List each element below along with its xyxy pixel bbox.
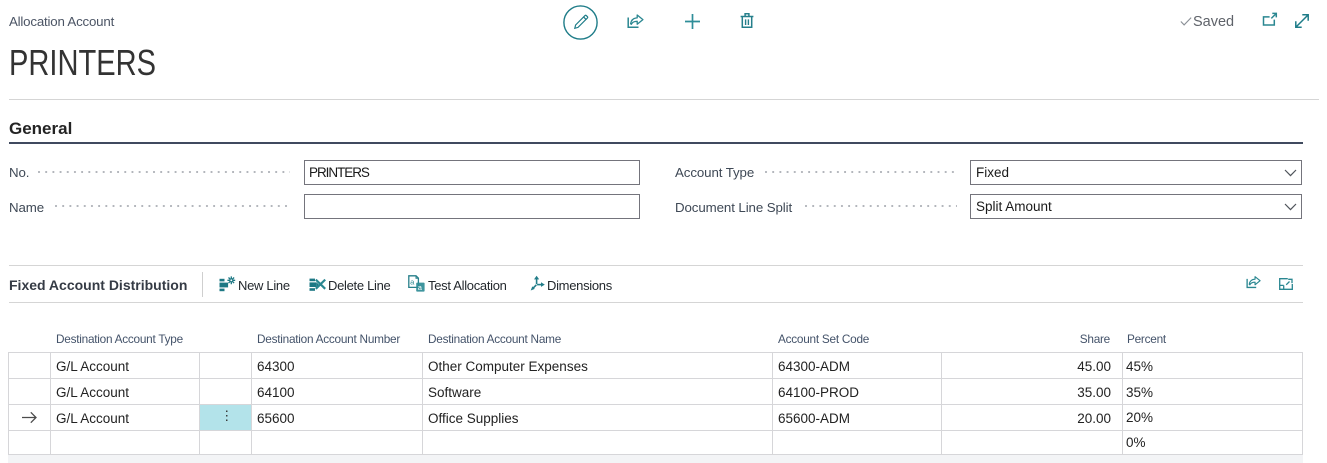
svg-text:a: a — [410, 278, 415, 287]
svg-text:PRINTERS: PRINTERS — [9, 42, 156, 83]
